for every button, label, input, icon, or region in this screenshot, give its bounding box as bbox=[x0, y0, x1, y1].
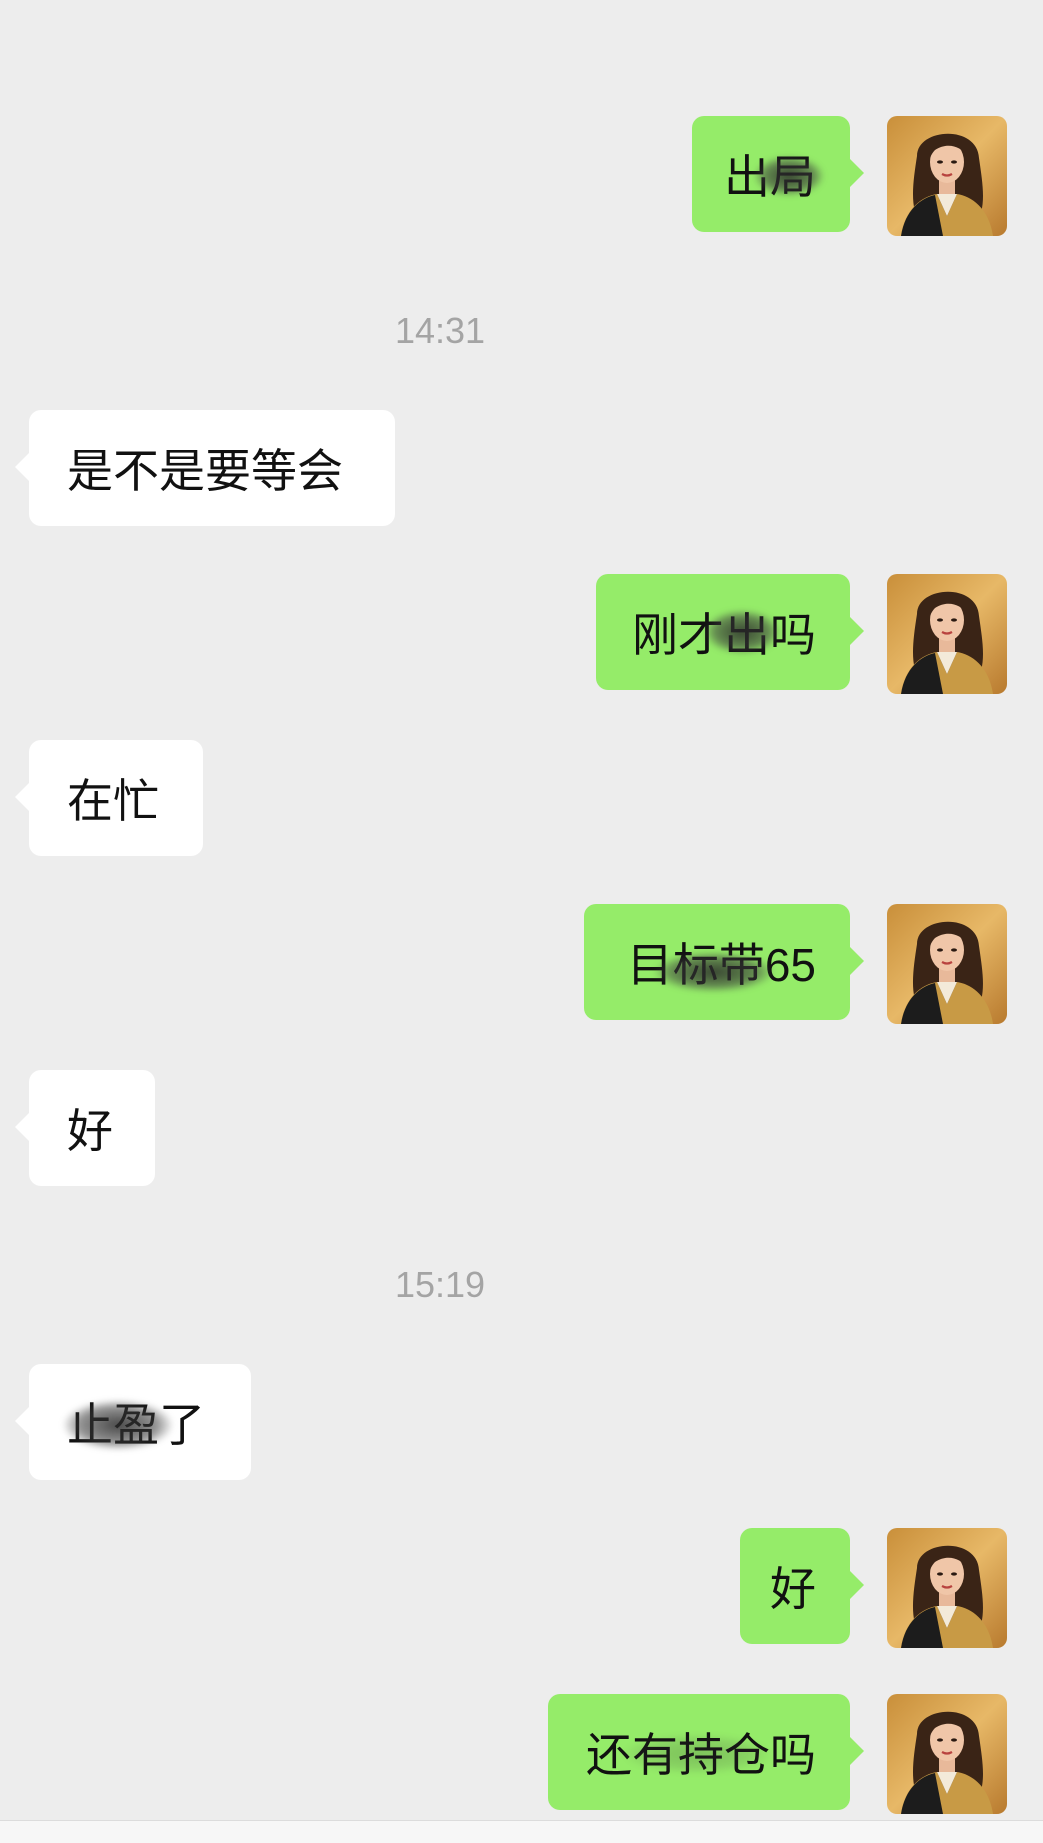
timestamp: 15:19 bbox=[394, 1264, 486, 1305]
outgoing-message-bubble[interactable]: 刚才出吗 bbox=[596, 574, 864, 690]
message-text: 止盈了 bbox=[67, 1399, 205, 1451]
chat-message-list[interactable]: 出局 14:31 是不是要等会 刚才出吗 在忙 目标带65 好 15:19 止盈… bbox=[0, 0, 1043, 1843]
timestamp: 14:31 bbox=[394, 310, 486, 351]
incoming-message-bubble[interactable]: 在忙 bbox=[15, 740, 203, 856]
message-text: 还有持仓吗 bbox=[586, 1729, 816, 1781]
bottom-input-bar-edge bbox=[0, 1820, 1043, 1843]
user-avatar[interactable] bbox=[887, 116, 1007, 236]
user-avatar[interactable] bbox=[887, 1528, 1007, 1648]
woman-portrait-avatar-icon bbox=[887, 1528, 1007, 1648]
user-avatar[interactable] bbox=[887, 1694, 1007, 1814]
message-text: 好 bbox=[770, 1563, 816, 1615]
woman-portrait-avatar-icon bbox=[887, 1694, 1007, 1814]
woman-portrait-avatar-icon bbox=[887, 904, 1007, 1024]
incoming-message-bubble[interactable]: 止盈了 bbox=[15, 1364, 251, 1480]
message-text: 是不是要等会 bbox=[67, 445, 343, 497]
message-text: 好 bbox=[67, 1105, 113, 1157]
user-avatar[interactable] bbox=[887, 904, 1007, 1024]
woman-portrait-avatar-icon bbox=[887, 116, 1007, 236]
outgoing-message-bubble[interactable]: 目标带65 bbox=[584, 904, 864, 1020]
outgoing-message-bubble[interactable]: 好 bbox=[740, 1528, 864, 1644]
incoming-message-bubble[interactable]: 是不是要等会 bbox=[15, 410, 395, 526]
message-text: 在忙 bbox=[67, 775, 159, 827]
message-text: 目标带65 bbox=[626, 939, 816, 991]
incoming-message-bubble[interactable]: 好 bbox=[15, 1070, 155, 1186]
message-text: 出局 bbox=[724, 151, 816, 203]
user-avatar[interactable] bbox=[887, 574, 1007, 694]
message-text: 刚才出吗 bbox=[632, 609, 816, 661]
outgoing-message-bubble[interactable]: 还有持仓吗 bbox=[548, 1694, 864, 1810]
outgoing-message-bubble[interactable]: 出局 bbox=[692, 116, 864, 232]
woman-portrait-avatar-icon bbox=[887, 574, 1007, 694]
